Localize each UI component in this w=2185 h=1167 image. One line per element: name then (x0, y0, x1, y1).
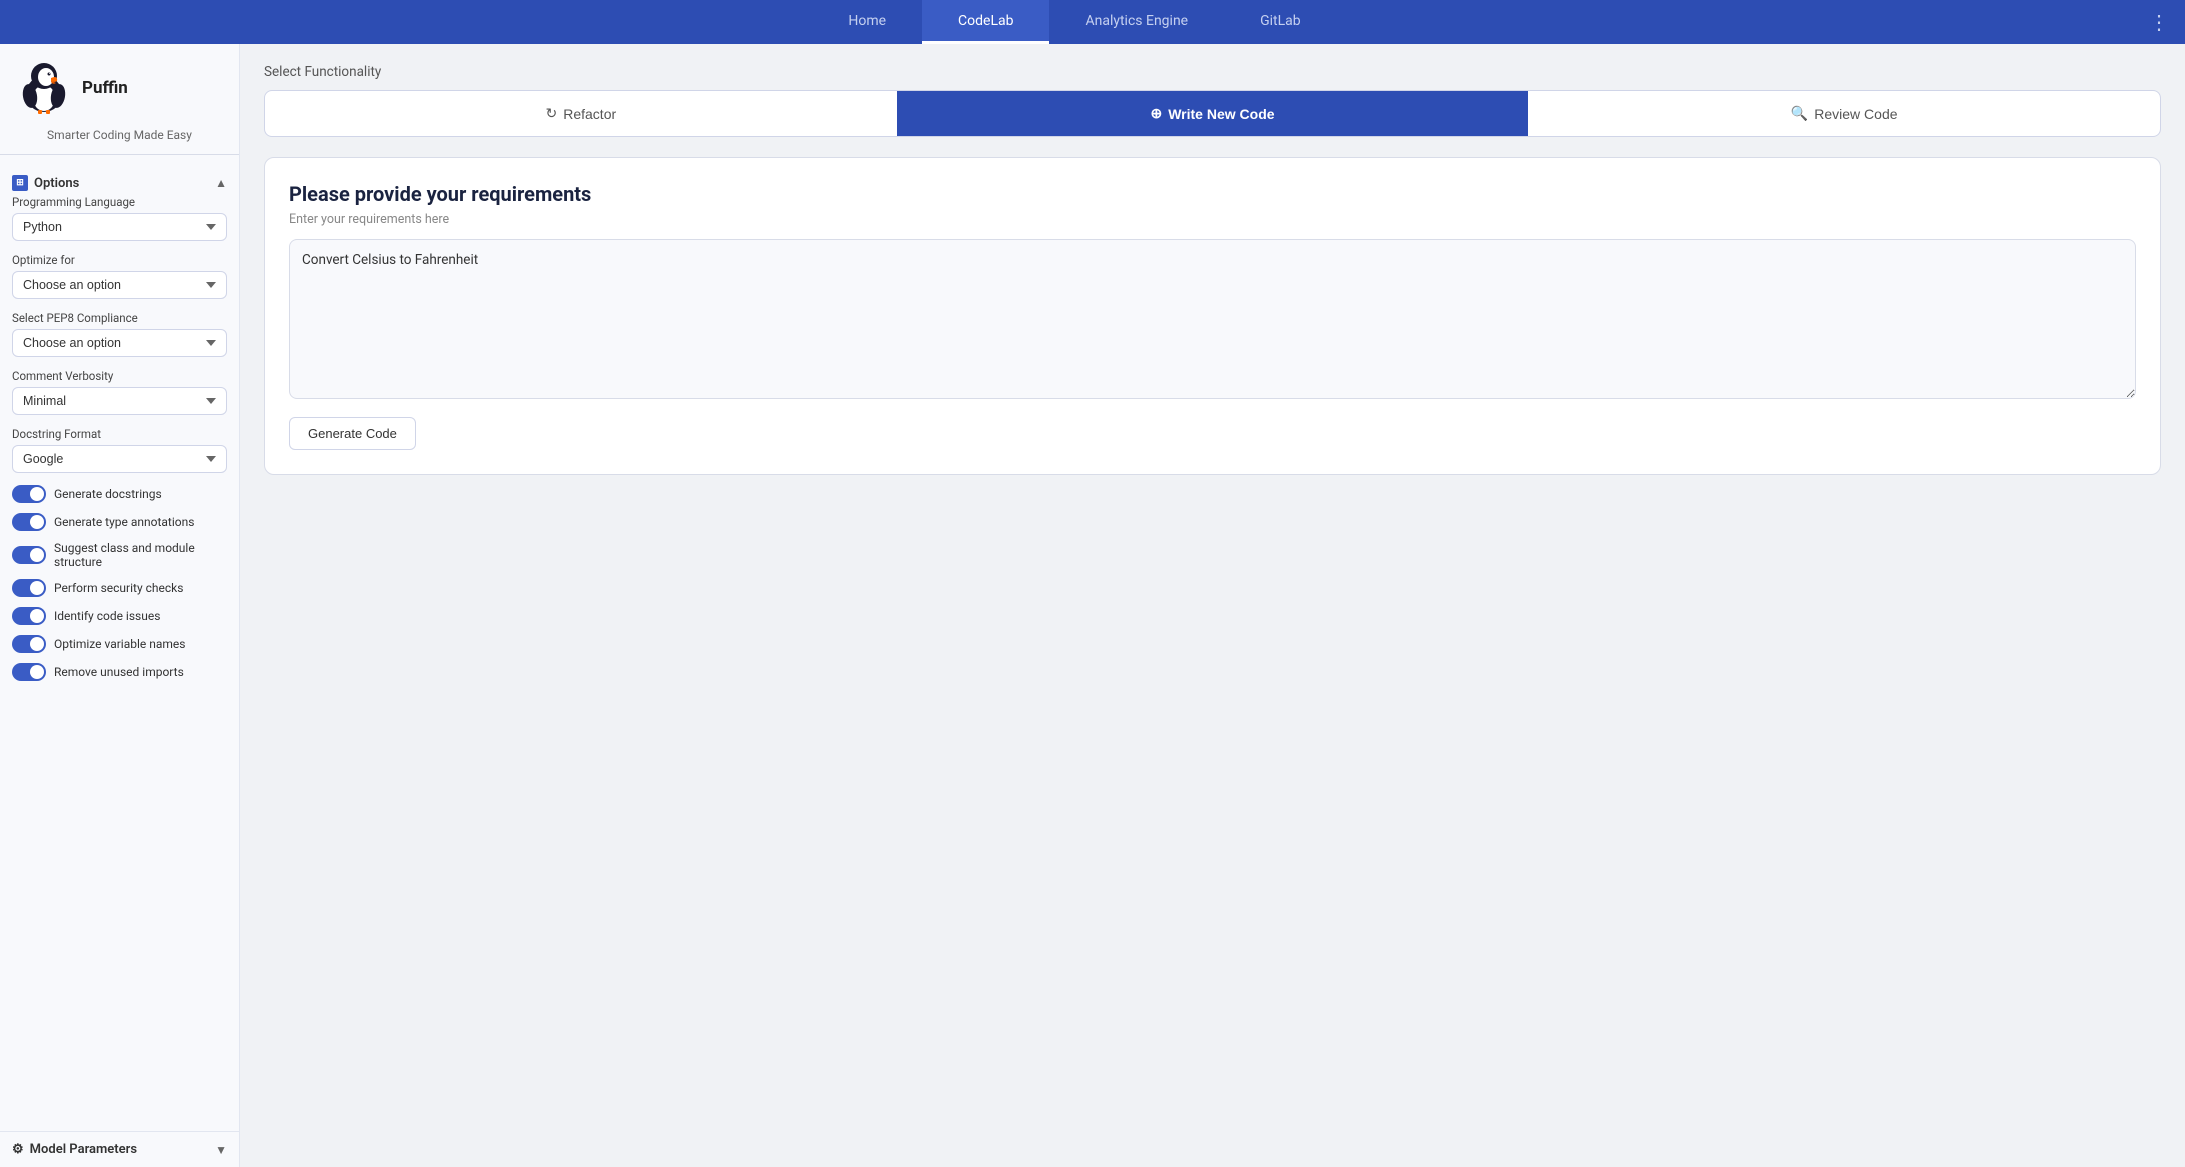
toggle-generate-type-annotations-switch[interactable] (12, 513, 46, 531)
select-functionality-label: Select Functionality (264, 64, 2161, 80)
options-icon: ⊞ (12, 175, 28, 191)
toggle-suggest-class-module-switch[interactable] (12, 546, 46, 564)
toggle-optimize-variable-names-switch[interactable] (12, 635, 46, 653)
optimize-for-select[interactable]: Choose an option Performance Readability… (12, 271, 227, 299)
requirements-card: Please provide your requirements Enter y… (264, 157, 2161, 475)
write-new-code-label: Write New Code (1168, 106, 1274, 122)
sidebar-logo: Puffin (0, 44, 239, 124)
optimize-for-group: Optimize for Choose an option Performanc… (12, 253, 227, 299)
sidebar-tagline: Smarter Coding Made Easy (0, 124, 239, 154)
toggle-optimize-variable-names: Optimize variable names (12, 635, 227, 653)
sidebar-app-name: Puffin (82, 78, 128, 98)
options-chevron-icon: ▲ (215, 176, 227, 190)
toggle-perform-security-checks: Perform security checks (12, 579, 227, 597)
programming-language-label: Programming Language (12, 195, 227, 209)
comment-verbosity-group: Comment Verbosity Minimal Moderate Verbo… (12, 369, 227, 415)
options-section: ⊞ Options ▲ Programming Language Python … (0, 163, 239, 699)
nav-tab-gitlab[interactable]: GitLab (1224, 0, 1337, 44)
toggle-identify-code-issues: Identify code issues (12, 607, 227, 625)
top-nav: Home CodeLab Analytics Engine GitLab ⋮ (0, 0, 2185, 44)
toggle-suggest-class-module-label: Suggest class and module structure (54, 541, 227, 569)
toggle-identify-code-issues-switch[interactable] (12, 607, 46, 625)
model-params-title: ⚙ Model Parameters (12, 1142, 137, 1157)
toggle-optimize-variable-names-label: Optimize variable names (54, 637, 185, 651)
pep8-select[interactable]: Choose an option Strict Moderate Relaxed (12, 329, 227, 357)
comment-verbosity-select[interactable]: Minimal Moderate Verbose (12, 387, 227, 415)
model-parameters-section[interactable]: ⚙ Model Parameters ▼ (0, 1131, 239, 1167)
nav-tab-analytics[interactable]: Analytics Engine (1049, 0, 1224, 44)
toggle-remove-unused-imports: Remove unused imports (12, 663, 227, 681)
functionality-tabs: ↻ Refactor ⊕ Write New Code 🔍 Review Cod… (264, 90, 2161, 137)
refactor-icon: ↻ (546, 105, 558, 122)
model-params-chevron-icon: ▼ (215, 1143, 227, 1157)
tab-refactor[interactable]: ↻ Refactor (265, 91, 897, 136)
puffin-logo-icon (16, 60, 72, 116)
pep8-compliance-group: Select PEP8 Compliance Choose an option … (12, 311, 227, 357)
tab-write-new-code[interactable]: ⊕ Write New Code (897, 91, 1529, 136)
docstring-format-label: Docstring Format (12, 427, 227, 441)
toggle-generate-type-annotations: Generate type annotations (12, 513, 227, 531)
toggle-generate-docstrings: Generate docstrings (12, 485, 227, 503)
toggle-generate-docstrings-switch[interactable] (12, 485, 46, 503)
tab-review-code[interactable]: 🔍 Review Code (1528, 91, 2160, 136)
toggle-generate-docstrings-label: Generate docstrings (54, 487, 162, 501)
nav-tabs: Home CodeLab Analytics Engine GitLab (8, 0, 2141, 44)
main-content: Select Functionality ↻ Refactor ⊕ Write … (240, 44, 2185, 1167)
toggle-remove-unused-imports-switch[interactable] (12, 663, 46, 681)
nav-tab-home[interactable]: Home (812, 0, 922, 44)
card-subtitle: Enter your requirements here (289, 212, 2136, 227)
requirements-textarea[interactable] (289, 239, 2136, 399)
review-code-icon: 🔍 (1791, 105, 1808, 122)
generate-code-button[interactable]: Generate Code (289, 417, 416, 450)
docstring-format-select[interactable]: Google NumPy Sphinx reStructuredText (12, 445, 227, 473)
toggle-remove-unused-imports-label: Remove unused imports (54, 665, 184, 679)
main-layout: Puffin Smarter Coding Made Easy ⊞ Option… (0, 44, 2185, 1167)
toggle-identify-code-issues-label: Identify code issues (54, 609, 160, 623)
more-menu-button[interactable]: ⋮ (2141, 10, 2177, 34)
options-title: ⊞ Options (12, 175, 79, 191)
model-params-icon: ⚙ (12, 1142, 24, 1157)
sidebar: Puffin Smarter Coding Made Easy ⊞ Option… (0, 44, 240, 1167)
model-params-label: Model Parameters (30, 1142, 137, 1157)
toggle-generate-type-annotations-label: Generate type annotations (54, 515, 194, 529)
toggle-perform-security-checks-switch[interactable] (12, 579, 46, 597)
options-section-header[interactable]: ⊞ Options ▲ (12, 171, 227, 195)
options-label: Options (34, 176, 79, 191)
toggle-suggest-class-module: Suggest class and module structure (12, 541, 227, 569)
nav-tab-codelab[interactable]: CodeLab (922, 0, 1049, 44)
toggle-perform-security-checks-label: Perform security checks (54, 581, 183, 595)
refactor-label: Refactor (563, 106, 616, 122)
review-code-label: Review Code (1814, 106, 1897, 122)
write-new-code-icon: ⊕ (1150, 105, 1162, 122)
docstring-format-group: Docstring Format Google NumPy Sphinx reS… (12, 427, 227, 473)
pep8-label: Select PEP8 Compliance (12, 311, 227, 325)
sidebar-divider (0, 154, 239, 155)
programming-language-group: Programming Language Python JavaScript T… (12, 195, 227, 241)
optimize-for-label: Optimize for (12, 253, 227, 267)
card-title: Please provide your requirements (289, 182, 2136, 206)
comment-verbosity-label: Comment Verbosity (12, 369, 227, 383)
programming-language-select[interactable]: Python JavaScript TypeScript Java C++ Go… (12, 213, 227, 241)
